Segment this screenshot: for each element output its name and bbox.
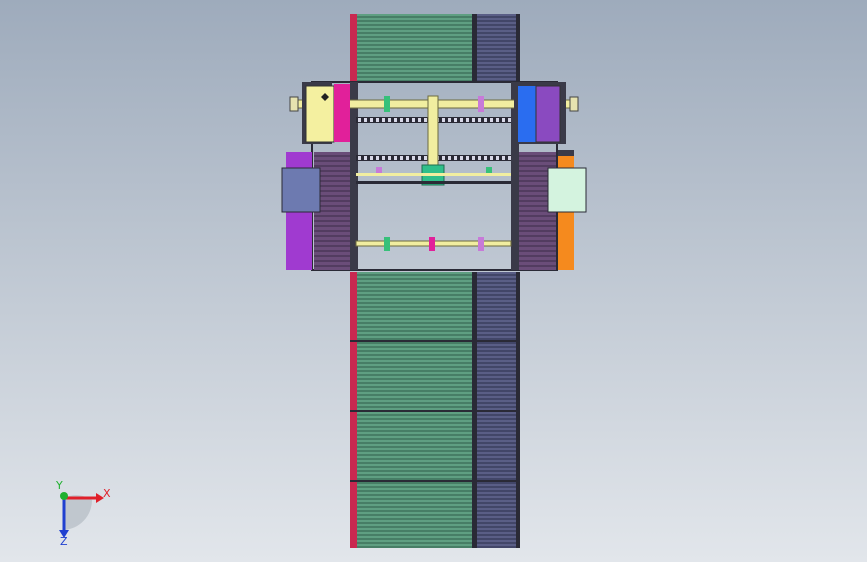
cross-rail: [356, 173, 511, 176]
left-motor-housing: [305, 85, 335, 143]
chain-link: [484, 118, 487, 122]
clamp: [429, 237, 435, 251]
slider-block: [486, 167, 492, 173]
vertical-column: [427, 95, 439, 169]
chain-link: [418, 156, 421, 160]
chain-link: [370, 118, 373, 122]
chain-link: [382, 156, 385, 160]
chain-link: [400, 118, 403, 122]
top-right-rail: [516, 14, 520, 82]
chain-link: [478, 118, 481, 122]
y-axis-label: Y: [55, 479, 63, 492]
chain-link: [496, 118, 499, 122]
chain-link: [484, 156, 487, 160]
right-blue-plate: [518, 86, 536, 142]
y-axis-dot-icon: [60, 492, 68, 500]
clamp: [384, 237, 390, 251]
bottom-conveyor: [350, 272, 520, 548]
chain-link: [466, 156, 469, 160]
top-conveyor: [350, 14, 520, 82]
chain-link: [418, 118, 421, 122]
beam-end: [569, 96, 579, 112]
chain-link: [400, 156, 403, 160]
chain-link: [358, 156, 361, 160]
chain-link: [466, 118, 469, 122]
chain-link: [442, 118, 445, 122]
chain-link: [448, 118, 451, 122]
chain-link: [412, 156, 415, 160]
chain-link: [508, 156, 511, 160]
x-axis-label: X: [103, 487, 111, 500]
beam-end: [289, 96, 299, 112]
left-magenta-plate: [334, 84, 350, 142]
chain-link: [460, 118, 463, 122]
chain-link: [454, 156, 457, 160]
chain-link: [364, 118, 367, 122]
chain-link: [502, 156, 505, 160]
chain-link: [478, 156, 481, 160]
segment-joint: [350, 410, 520, 412]
chain-link: [424, 156, 427, 160]
chain-link: [454, 118, 457, 122]
cross-rail: [356, 181, 511, 184]
coordinate-triad[interactable]: X Y Z: [55, 479, 111, 548]
chain-link: [364, 156, 367, 160]
chain-link: [412, 118, 415, 122]
top-divider: [472, 14, 477, 82]
chain-link: [376, 156, 379, 160]
triad-shadow: [64, 495, 93, 530]
top-green-rollers: [357, 14, 472, 82]
chain-link: [394, 156, 397, 160]
chain-link: [460, 156, 463, 160]
right-violet-housing: [535, 85, 561, 143]
slider-block: [376, 167, 382, 173]
chain-link: [370, 156, 373, 160]
chain-link: [388, 156, 391, 160]
top-blue-rollers: [477, 14, 519, 82]
chain-link: [496, 156, 499, 160]
chain-link: [394, 118, 397, 122]
clamp: [478, 96, 484, 112]
right-mint-box: [547, 167, 587, 213]
chain-link: [406, 118, 409, 122]
chain-link: [442, 156, 445, 160]
segment-joint: [350, 340, 520, 342]
chain-link: [508, 118, 511, 122]
chain-link: [448, 156, 451, 160]
chain-link: [424, 118, 427, 122]
cad-viewport[interactable]: X Y Z: [0, 0, 867, 562]
assembly-drawing: X Y Z: [55, 14, 587, 548]
chain-link: [490, 118, 493, 122]
chain-link: [472, 156, 475, 160]
left-blue-box: [281, 167, 321, 213]
chain-link: [388, 118, 391, 122]
chain-link: [376, 118, 379, 122]
chain-link: [358, 118, 361, 122]
segment-joint: [350, 480, 520, 482]
chain-link: [490, 156, 493, 160]
chain-link: [406, 156, 409, 160]
chain-link: [382, 118, 385, 122]
top-left-rail: [350, 14, 357, 82]
right-cap: [558, 150, 574, 156]
clamp: [384, 96, 390, 112]
chain-link: [502, 118, 505, 122]
clamp: [478, 237, 484, 251]
z-axis-label: Z: [60, 535, 68, 548]
chain-link: [472, 118, 475, 122]
